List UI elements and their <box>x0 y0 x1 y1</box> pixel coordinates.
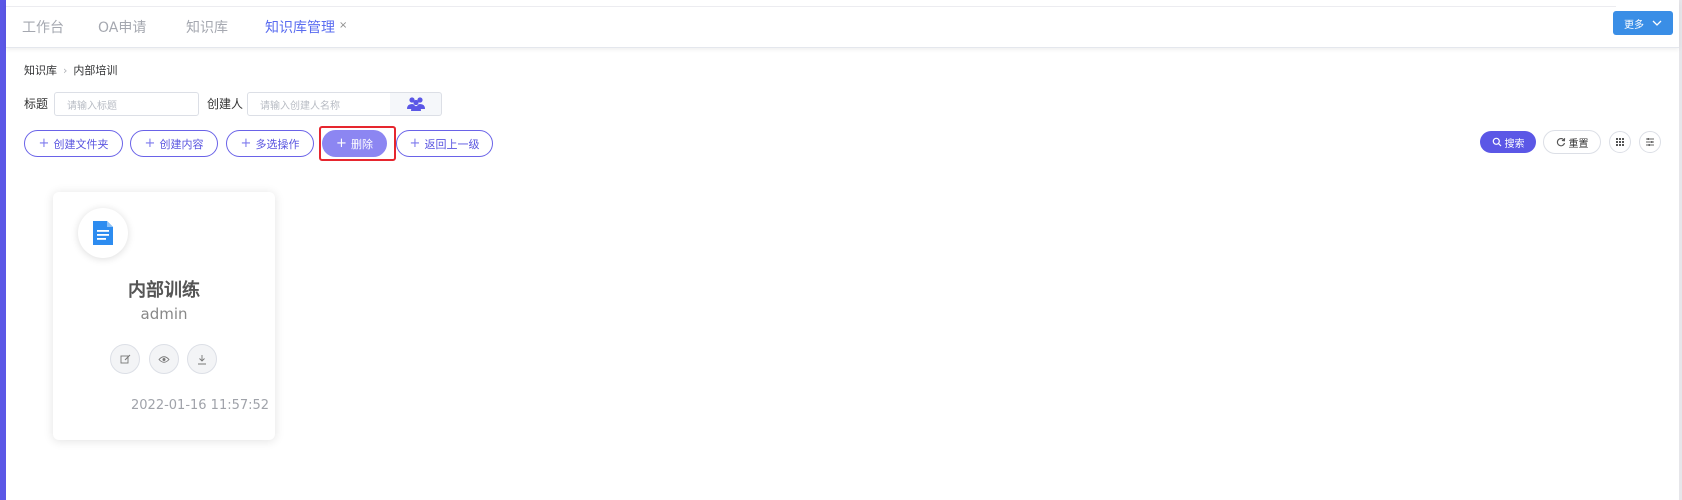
search-label: 搜索 <box>1504 138 1525 150</box>
edit-icon <box>120 354 130 363</box>
chevron-right-icon: › <box>63 63 68 77</box>
grid-icon <box>1616 138 1624 146</box>
content-card[interactable]: 内部训练 admin 2022-01-16 11:57:52 <box>53 192 275 440</box>
tab-oa-apply[interactable]: OA申请 <box>98 17 146 37</box>
breadcrumb: 知识库 › 内部培训 <box>24 62 117 78</box>
reset-button[interactable]: 重置 <box>1543 130 1601 154</box>
plus-icon: + <box>144 135 156 151</box>
eye-icon <box>158 355 170 363</box>
chevron-down-icon <box>1652 20 1662 26</box>
card-date: 2022-01-16 11:57:52 <box>131 398 270 413</box>
go-back-button[interactable]: + 返回上一级 <box>396 130 493 157</box>
go-back-label: 返回上一级 <box>424 137 480 151</box>
tab-knowledge-base[interactable]: 知识库 <box>186 17 228 37</box>
creator-input[interactable]: 请输入创建人名称 <box>247 92 391 116</box>
multi-select-button[interactable]: + 多选操作 <box>226 130 314 157</box>
multi-select-label: 多选操作 <box>255 137 300 151</box>
tab-bar <box>6 0 1679 48</box>
more-button[interactable]: 更多 <box>1613 11 1673 35</box>
users-icon <box>406 97 425 111</box>
creator-label: 创建人 <box>207 97 244 111</box>
more-button-label: 更多 <box>1624 19 1644 31</box>
preview-button[interactable] <box>149 344 179 374</box>
reset-label: 重置 <box>1568 138 1589 150</box>
create-folder-button[interactable]: + 创建文件夹 <box>24 130 123 157</box>
document-icon-wrapper <box>78 208 128 258</box>
create-folder-label: 创建文件夹 <box>53 137 109 151</box>
breadcrumb-item-current: 内部培训 <box>73 64 118 77</box>
sliders-icon <box>1646 138 1654 146</box>
card-author: admin <box>140 305 188 323</box>
grid-view-button[interactable] <box>1609 131 1631 153</box>
download-icon <box>198 354 206 364</box>
highlight-box <box>319 126 396 161</box>
refresh-icon <box>1556 138 1565 147</box>
tab-knowledge-base-management[interactable]: 知识库管理 <box>265 17 335 37</box>
title-label: 标题 <box>24 97 49 111</box>
plus-icon: + <box>38 135 50 151</box>
tab-workbench[interactable]: 工作台 <box>22 17 64 37</box>
top-divider <box>6 0 1616 7</box>
create-content-label: 创建内容 <box>159 137 204 151</box>
edit-button[interactable] <box>110 344 140 374</box>
search-icon <box>1492 137 1501 147</box>
create-content-button[interactable]: + 创建内容 <box>130 130 218 157</box>
filter-settings-button[interactable] <box>1639 131 1661 153</box>
user-select-button[interactable] <box>390 92 442 116</box>
tab-close-icon[interactable]: × <box>339 20 347 31</box>
left-accent-bar <box>0 0 6 500</box>
plus-icon: + <box>409 135 421 151</box>
download-button[interactable] <box>187 344 217 374</box>
search-button[interactable]: 搜索 <box>1480 131 1536 153</box>
card-title: 内部训练 <box>128 280 200 301</box>
title-input[interactable]: 请输入标题 <box>54 92 199 116</box>
plus-icon: + <box>240 135 252 151</box>
breadcrumb-item-knowledge-base[interactable]: 知识库 <box>24 62 57 78</box>
document-icon <box>93 221 113 245</box>
